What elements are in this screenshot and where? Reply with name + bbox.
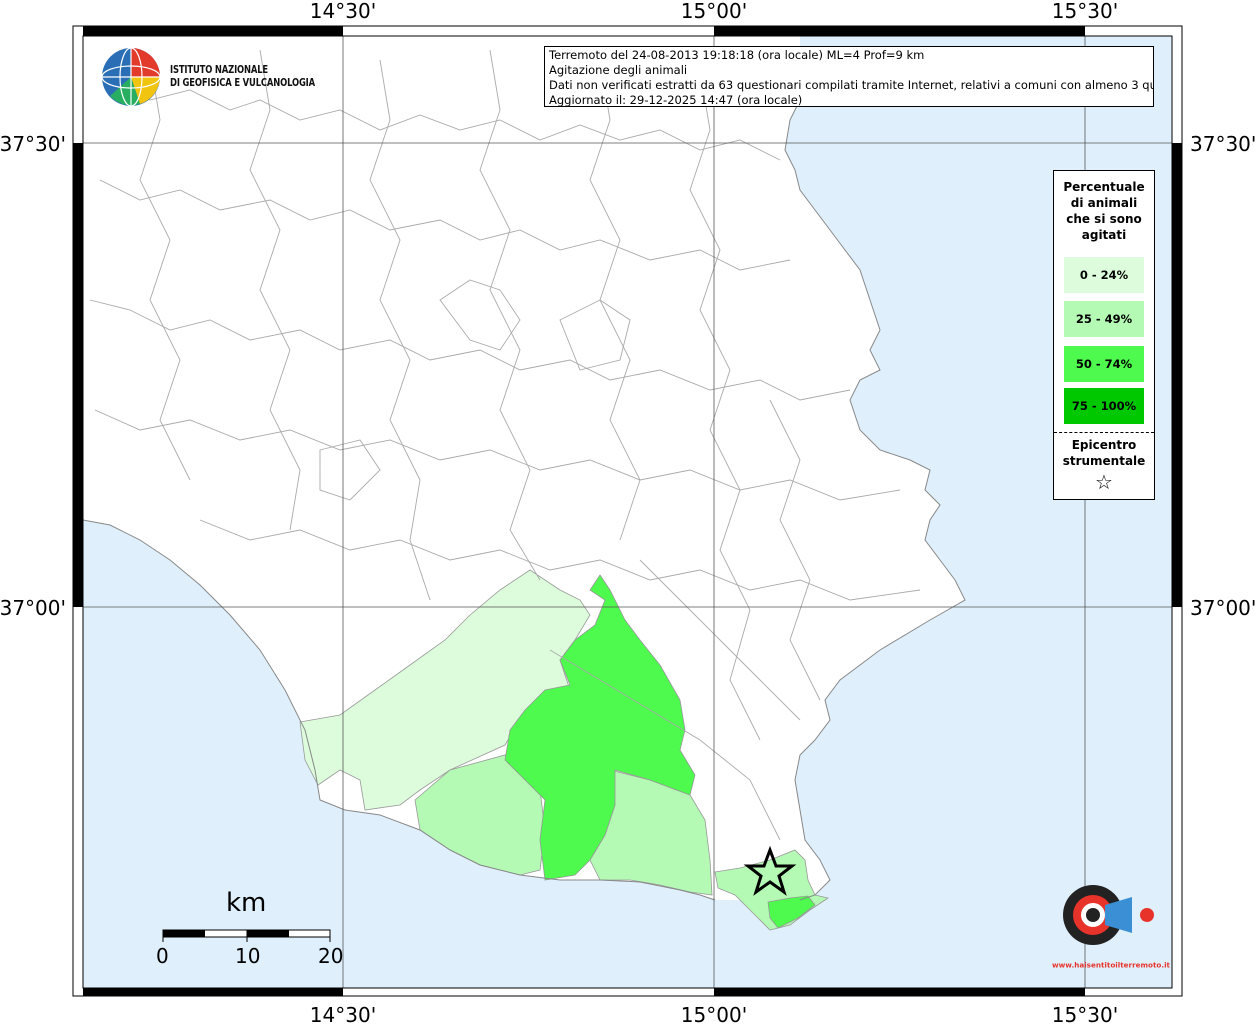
info-line-data-note: Dati non verificati estratti da 63 quest… xyxy=(549,78,1154,92)
ingv-logo-line2: DI GEOFISICA E VULCANOLOGIA xyxy=(170,77,315,89)
lon-label-top-2: 15°00' xyxy=(681,0,747,23)
lon-label-top-3: 15°30' xyxy=(1052,0,1118,23)
ingv-logo-line1: ISTITUTO NAZIONALE xyxy=(170,64,269,76)
scale-tick-20: 20 xyxy=(318,944,344,968)
legend-title-line: di animali xyxy=(1070,196,1138,210)
legend-title-line: agitati xyxy=(1081,228,1127,242)
legend-class-25-49: 25 - 49% xyxy=(1064,301,1144,337)
legend-title: Percentuale di animali che si sono agita… xyxy=(1054,179,1154,243)
lat-label-right-1: 37°30' xyxy=(1190,132,1256,156)
info-line-parameter: Agitazione degli animali xyxy=(549,63,688,77)
legend-star-icon: ☆ xyxy=(1095,470,1113,494)
legend-title-line: Percentuale xyxy=(1063,180,1145,194)
info-line-event: Terremoto del 24-08-2013 19:18:18 (ora l… xyxy=(549,48,925,62)
ingv-logo: ISTITUTO NAZIONALE DI GEOFISICA E VULCAN… xyxy=(100,46,330,110)
ingv-globe-icon xyxy=(101,47,161,107)
legend-epicenter-line: Epicentro xyxy=(1071,438,1137,452)
lat-label-left-1: 37°30' xyxy=(0,132,66,156)
map: 14°30' 15°00' 15°30' 14°30' 15°00' 15°30… xyxy=(0,0,1256,1024)
legend-title-line: che si sono xyxy=(1066,212,1142,226)
info-line-updated: Aggiornato il: 29-12-2025 14:47 (ora loc… xyxy=(549,93,803,107)
legend-class-75-100: 75 - 100% xyxy=(1064,388,1144,424)
haisentito-badge-text: www.haisentitoilterremoto.it xyxy=(1052,962,1171,970)
earthquake-info-box: Terremoto del 24-08-2013 19:18:18 (ora l… xyxy=(544,46,1154,107)
lon-label-top-1: 14°30' xyxy=(310,0,376,23)
scale-unit: km xyxy=(226,888,267,918)
lon-label-bottom-2: 15°00' xyxy=(681,1003,747,1024)
legend-class-50-74: 50 - 74% xyxy=(1064,346,1144,382)
lat-label-right-2: 37°00' xyxy=(1190,596,1256,620)
scale-tick-10: 10 xyxy=(235,944,261,968)
lon-label-bottom-1: 14°30' xyxy=(310,1003,376,1024)
legend-epicenter-label: Epicentro strumentale xyxy=(1054,437,1154,469)
legend-separator xyxy=(1054,432,1154,433)
scale-tick-0: 0 xyxy=(156,944,169,968)
legend: Percentuale di animali che si sono agita… xyxy=(1053,170,1155,500)
lat-label-left-2: 37°00' xyxy=(0,596,66,620)
lon-label-bottom-3: 15°30' xyxy=(1052,1003,1118,1024)
legend-epicenter-line: strumentale xyxy=(1062,454,1146,468)
legend-class-0-24: 0 - 24% xyxy=(1064,257,1144,293)
ingv-logo-text: ISTITUTO NAZIONALE DI GEOFISICA E VULCAN… xyxy=(170,64,315,90)
